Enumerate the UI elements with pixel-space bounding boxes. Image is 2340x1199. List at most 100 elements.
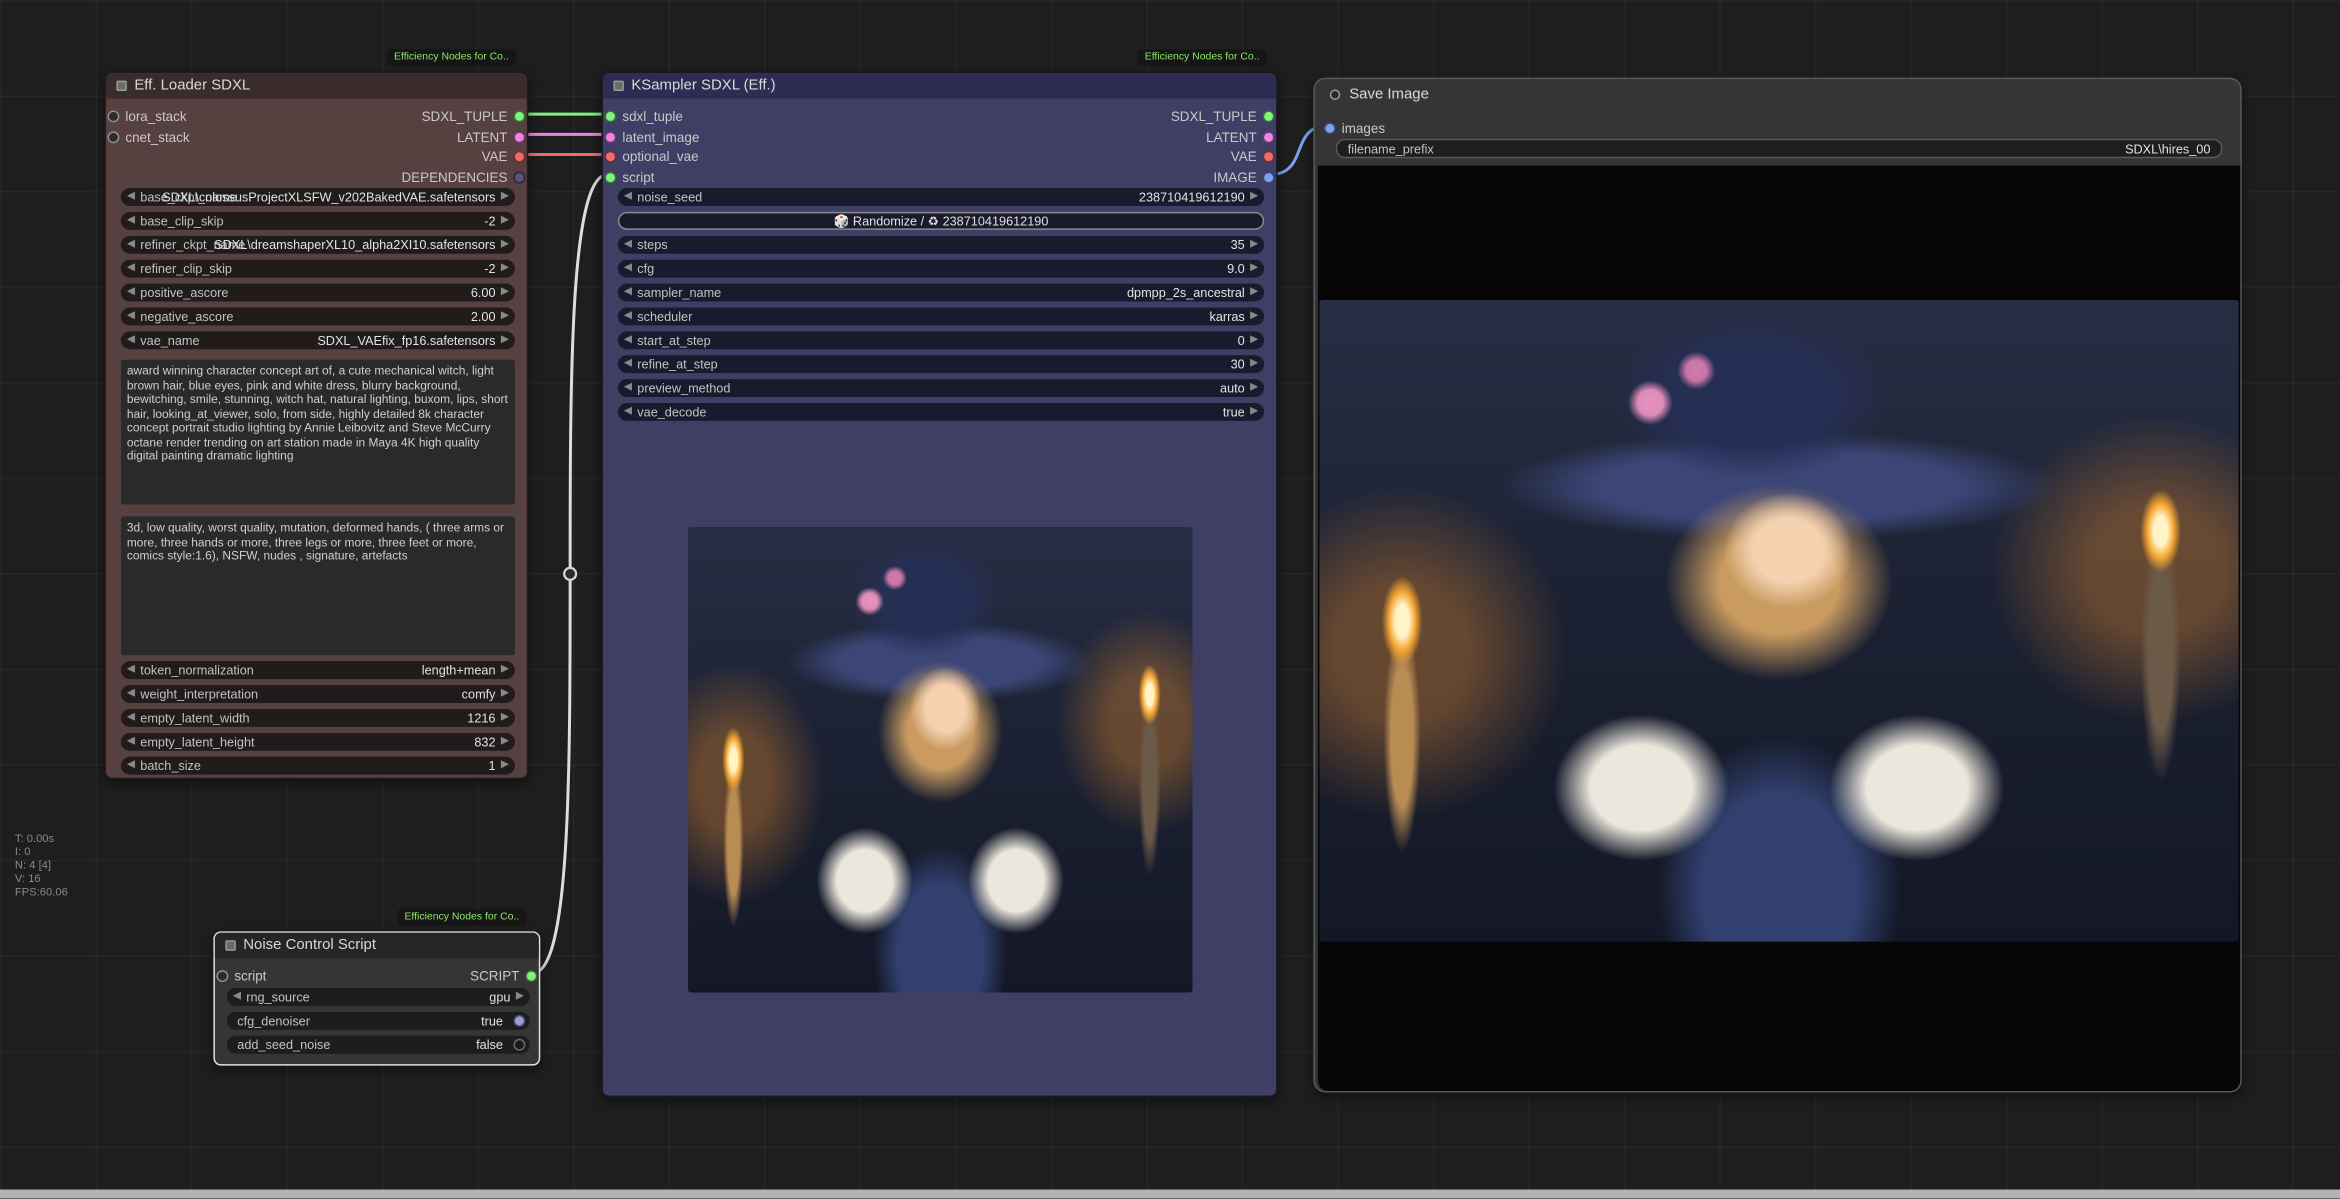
- left-arrow-icon[interactable]: ◀: [127, 190, 135, 205]
- positive-prompt-textarea[interactable]: award winning character concept art of, …: [121, 360, 515, 505]
- left-arrow-icon[interactable]: ◀: [127, 734, 135, 749]
- right-arrow-icon[interactable]: ▶: [501, 758, 509, 773]
- right-arrow-icon[interactable]: ▶: [1250, 190, 1258, 205]
- right-arrow-icon[interactable]: ▶: [501, 663, 509, 678]
- left-arrow-icon[interactable]: ◀: [127, 663, 135, 678]
- input-slot-images[interactable]: images: [1324, 118, 1385, 137]
- widget-weight-interpretation[interactable]: ◀ weight_interpretation comfy ▶: [121, 685, 515, 703]
- widget-base-clip-skip[interactable]: ◀ base_clip_skip -2 ▶: [121, 212, 515, 230]
- node-eff-loader-sdxl[interactable]: Eff. Loader SDXL lora_stack cnet_stack S…: [104, 72, 528, 779]
- output-slot-latent[interactable]: LATENT: [457, 127, 525, 146]
- node-header[interactable]: Eff. Loader SDXL: [106, 73, 527, 98]
- slot-dot-icon[interactable]: [1263, 110, 1275, 122]
- widget-add-seed-noise[interactable]: add_seed_noise false: [227, 1036, 530, 1054]
- right-arrow-icon[interactable]: ▶: [1250, 381, 1258, 396]
- slot-dot-icon[interactable]: [1263, 171, 1275, 183]
- widget-token-normalization[interactable]: ◀ token_normalization length+mean ▶: [121, 661, 515, 679]
- widget-rng-source[interactable]: ◀ rng_source gpu ▶: [227, 988, 530, 1006]
- left-arrow-icon[interactable]: ◀: [127, 710, 135, 725]
- widget-positive-ascore[interactable]: ◀ positive_ascore 6.00 ▶: [121, 284, 515, 302]
- output-slot-sdxl-tuple[interactable]: SDXL_TUPLE: [1171, 106, 1275, 125]
- collapse-icon[interactable]: [613, 81, 623, 91]
- widget-start-at-step[interactable]: ◀ start_at_step 0 ▶: [618, 331, 1264, 349]
- right-arrow-icon[interactable]: ▶: [501, 734, 509, 749]
- left-arrow-icon[interactable]: ◀: [624, 285, 632, 300]
- saved-image-preview[interactable]: [1319, 300, 2238, 942]
- sampler-preview-image[interactable]: [688, 527, 1192, 993]
- right-arrow-icon[interactable]: ▶: [1250, 309, 1258, 324]
- right-arrow-icon[interactable]: ▶: [501, 213, 509, 228]
- output-slot-image[interactable]: IMAGE: [1213, 167, 1274, 186]
- left-arrow-icon[interactable]: ◀: [127, 237, 135, 252]
- left-arrow-icon[interactable]: ◀: [624, 381, 632, 396]
- widget-sampler-name[interactable]: ◀ sampler_name dpmpp_2s_ancestral ▶: [618, 284, 1264, 302]
- left-arrow-icon[interactable]: ◀: [624, 261, 632, 276]
- widget-cfg-denoiser[interactable]: cfg_denoiser true: [227, 1012, 530, 1030]
- slot-dot-icon[interactable]: [216, 969, 228, 981]
- widget-noise-seed[interactable]: ◀ noise_seed 238710419612190 ▶: [618, 188, 1264, 206]
- output-slot-dependencies[interactable]: DEPENDENCIES: [401, 167, 525, 186]
- right-arrow-icon[interactable]: ▶: [1250, 357, 1258, 372]
- collapse-icon[interactable]: [225, 940, 235, 950]
- left-arrow-icon[interactable]: ◀: [127, 758, 135, 773]
- output-slot-script[interactable]: SCRIPT: [470, 966, 537, 985]
- link-script-midpoint-dot[interactable]: [564, 568, 576, 580]
- right-arrow-icon[interactable]: ▶: [501, 687, 509, 702]
- node-header[interactable]: Noise Control Script: [215, 933, 539, 958]
- output-slot-vae[interactable]: VAE: [482, 146, 526, 165]
- widget-cfg[interactable]: ◀ cfg 9.0 ▶: [618, 260, 1264, 278]
- node-noise-control-script[interactable]: Noise Control Script script SCRIPT ◀ rng…: [213, 931, 540, 1065]
- node-save-image[interactable]: Save Image images filename_prefix SDXL\h…: [1313, 78, 2241, 1093]
- input-slot-optional-vae[interactable]: optional_vae: [604, 146, 698, 165]
- toggle-off-icon[interactable]: [513, 1039, 525, 1051]
- collapse-dot-icon[interactable]: [1330, 89, 1340, 99]
- left-arrow-icon[interactable]: ◀: [624, 309, 632, 324]
- widget-negative-ascore[interactable]: ◀ negative_ascore 2.00 ▶: [121, 307, 515, 325]
- left-arrow-icon[interactable]: ◀: [624, 357, 632, 372]
- node-header[interactable]: KSampler SDXL (Eff.): [603, 73, 1276, 98]
- right-arrow-icon[interactable]: ▶: [1250, 333, 1258, 348]
- output-slot-latent[interactable]: LATENT: [1206, 127, 1274, 146]
- right-arrow-icon[interactable]: ▶: [1250, 261, 1258, 276]
- widget-steps[interactable]: ◀ steps 35 ▶: [618, 236, 1264, 254]
- toggle-on-icon[interactable]: [513, 1015, 525, 1027]
- input-slot-cnet-stack[interactable]: cnet_stack: [107, 127, 189, 146]
- widget-filename-prefix[interactable]: filename_prefix SDXL\hires_00: [1336, 139, 2223, 158]
- output-slot-sdxl-tuple[interactable]: SDXL_TUPLE: [422, 106, 526, 125]
- node-graph-canvas[interactable]: Efficiency Nodes for Co.. Efficiency Nod…: [0, 0, 2340, 1198]
- slot-dot-icon[interactable]: [1263, 150, 1275, 162]
- left-arrow-icon[interactable]: ◀: [624, 333, 632, 348]
- slot-dot-icon[interactable]: [513, 150, 525, 162]
- right-arrow-icon[interactable]: ▶: [516, 990, 524, 1005]
- right-arrow-icon[interactable]: ▶: [1250, 404, 1258, 419]
- left-arrow-icon[interactable]: ◀: [127, 285, 135, 300]
- left-arrow-icon[interactable]: ◀: [127, 261, 135, 276]
- widget-empty-latent-height[interactable]: ◀ empty_latent_height 832 ▶: [121, 733, 515, 751]
- right-arrow-icon[interactable]: ▶: [501, 710, 509, 725]
- left-arrow-icon[interactable]: ◀: [624, 237, 632, 252]
- slot-dot-icon[interactable]: [107, 110, 119, 122]
- output-slot-vae[interactable]: VAE: [1231, 146, 1275, 165]
- left-arrow-icon[interactable]: ◀: [624, 404, 632, 419]
- slot-dot-icon[interactable]: [513, 171, 525, 183]
- widget-refiner-ckpt-name[interactable]: ◀ refiner_ckpt_name SDXL\dreamshaperXL10…: [121, 236, 515, 254]
- slot-dot-icon[interactable]: [604, 131, 616, 143]
- widget-vae-decode[interactable]: ◀ vae_decode true ▶: [618, 403, 1264, 421]
- widget-preview-method[interactable]: ◀ preview_method auto ▶: [618, 379, 1264, 397]
- left-arrow-icon[interactable]: ◀: [127, 213, 135, 228]
- right-arrow-icon[interactable]: ▶: [501, 285, 509, 300]
- negative-prompt-textarea[interactable]: 3d, low quality, worst quality, mutation…: [121, 516, 515, 655]
- input-slot-latent-image[interactable]: latent_image: [604, 127, 699, 146]
- left-arrow-icon[interactable]: ◀: [127, 333, 135, 348]
- input-slot-sdxl-tuple[interactable]: sdxl_tuple: [604, 106, 682, 125]
- bottom-scrollbar[interactable]: [0, 1190, 2340, 1199]
- left-arrow-icon[interactable]: ◀: [624, 190, 632, 205]
- input-slot-script[interactable]: script: [216, 966, 266, 985]
- widget-vae-name[interactable]: ◀ vae_name SDXL_VAEfix_fp16.safetensors …: [121, 331, 515, 349]
- right-arrow-icon[interactable]: ▶: [1250, 237, 1258, 252]
- collapse-icon[interactable]: [116, 81, 126, 91]
- widget-scheduler[interactable]: ◀ scheduler karras ▶: [618, 307, 1264, 325]
- input-slot-lora-stack[interactable]: lora_stack: [107, 106, 186, 125]
- slot-dot-icon[interactable]: [604, 171, 616, 183]
- left-arrow-icon[interactable]: ◀: [127, 687, 135, 702]
